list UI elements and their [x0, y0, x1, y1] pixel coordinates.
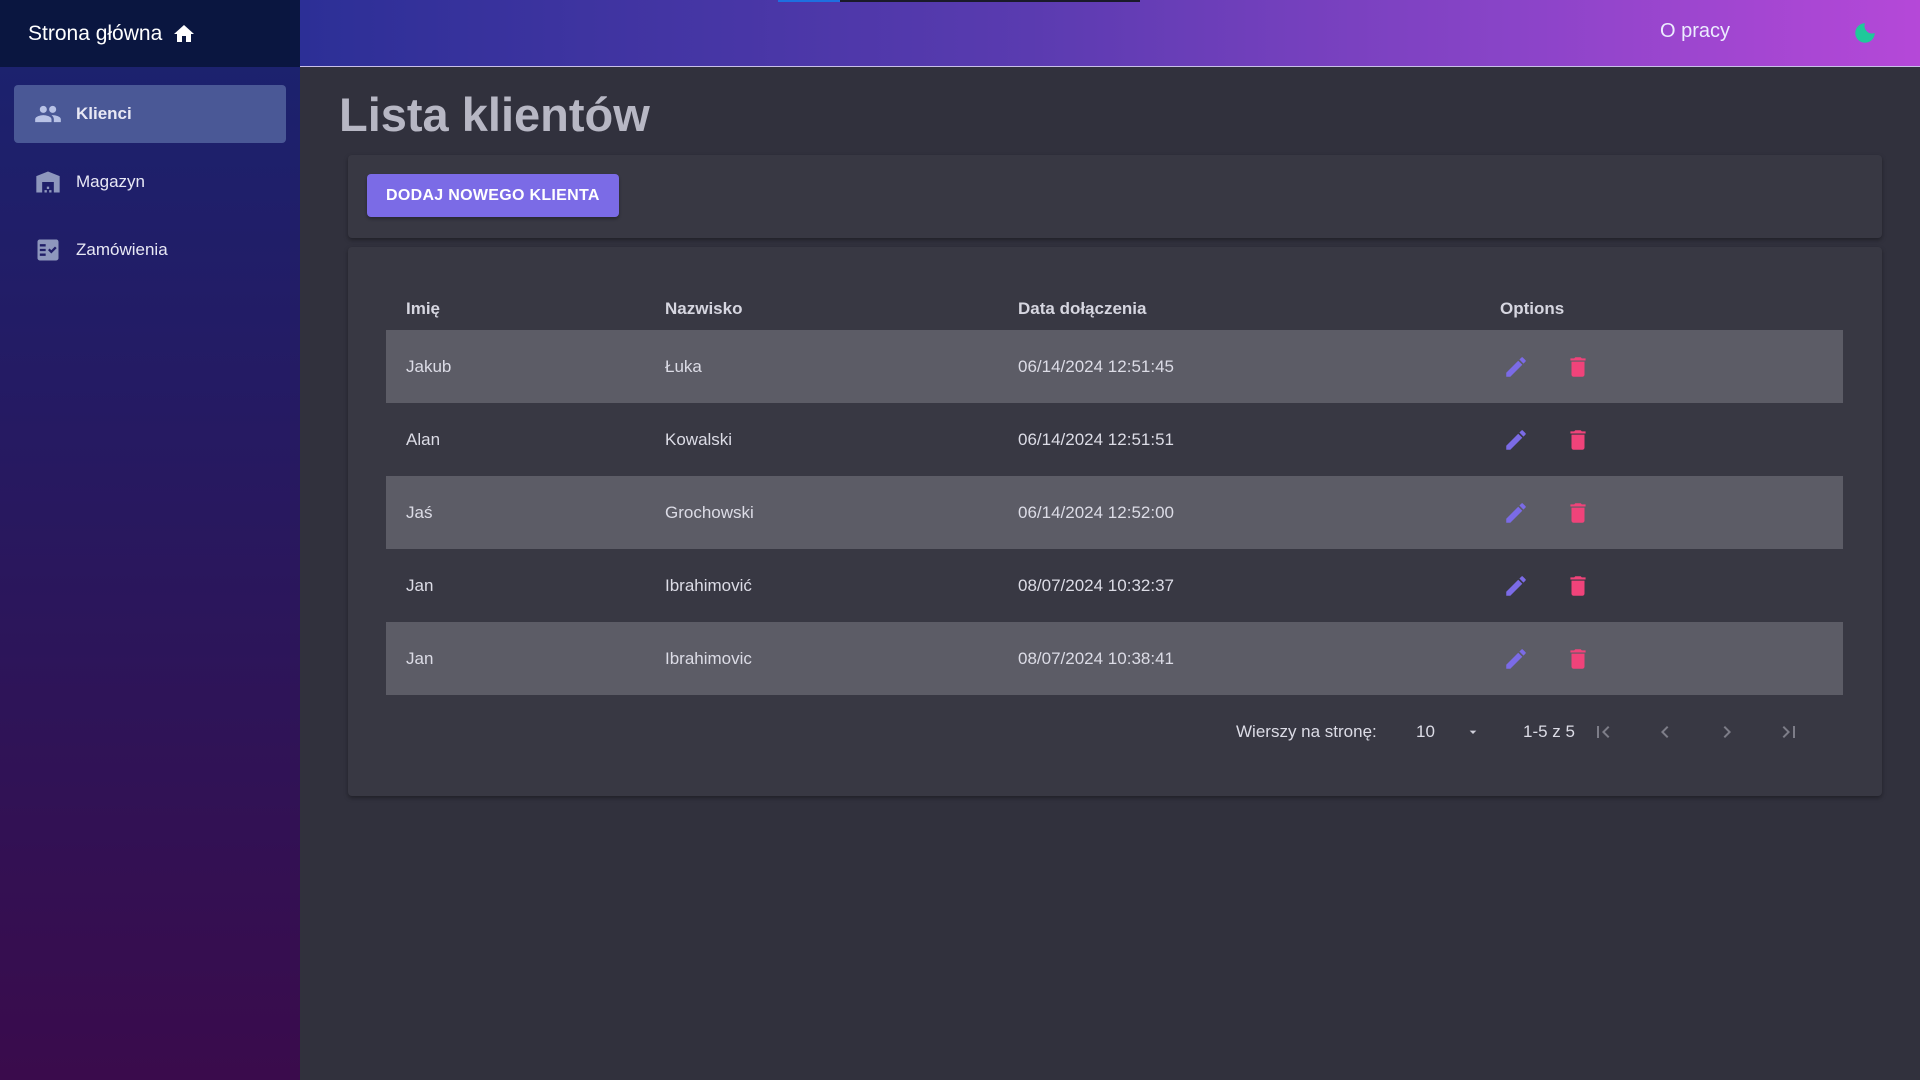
cell-last-name: Grochowski — [665, 502, 754, 522]
sidebar: Strona główna Klienci Magazyn Zamówienia — [0, 0, 300, 1080]
theme-toggle-moon-icon[interactable] — [1852, 20, 1878, 46]
cell-joined-date: 08/07/2024 10:38:41 — [1018, 648, 1174, 668]
edit-pencil-icon[interactable] — [1498, 422, 1534, 458]
column-header-joined-date[interactable]: Data dołączenia — [998, 299, 1480, 319]
home-link[interactable]: Strona główna — [0, 0, 300, 67]
delete-trash-icon[interactable] — [1560, 568, 1596, 604]
row-options — [1480, 349, 1843, 385]
add-client-button[interactable]: DODAJ NOWEGO KLIENTA — [367, 174, 619, 217]
edit-pencil-icon[interactable] — [1498, 495, 1534, 531]
cell-joined-date: 06/14/2024 12:51:51 — [1018, 429, 1174, 449]
cell-last-name: Łuka — [665, 356, 702, 376]
row-options — [1480, 422, 1843, 458]
caret-down-icon — [1465, 724, 1481, 740]
delete-trash-icon[interactable] — [1560, 422, 1596, 458]
previous-page-icon[interactable] — [1650, 717, 1680, 747]
table-header: Imię Nazwisko Data dołączenia Options — [386, 287, 1843, 330]
next-page-icon[interactable] — [1712, 717, 1742, 747]
pagination-range: 1-5 z 5 — [1523, 722, 1575, 741]
table-row[interactable]: Jaś Grochowski 06/14/2024 12:52:00 — [386, 476, 1843, 549]
cell-last-name: Ibrahimovic — [665, 648, 752, 668]
cell-first-name: Jan — [406, 575, 434, 595]
cell-first-name: Jaś — [406, 502, 433, 522]
page-title: Lista klientów — [339, 88, 650, 141]
sidebar-item-label: Klienci — [76, 104, 132, 123]
column-header-options: Options — [1500, 298, 1565, 318]
table-pagination: Wierszy na stronę: 10 1-5 z 5 — [348, 709, 1882, 753]
edit-pencil-icon[interactable] — [1498, 568, 1534, 604]
table-row[interactable]: Jan Ibrahimović 08/07/2024 10:32:37 — [386, 549, 1843, 622]
main-content: Lista klientów DODAJ NOWEGO KLIENTA Imię… — [300, 67, 1920, 1080]
cell-joined-date: 06/14/2024 12:52:00 — [1018, 502, 1174, 522]
sidebar-item-zamowienia[interactable]: Zamówienia — [14, 221, 286, 279]
edit-pencil-icon[interactable] — [1498, 641, 1534, 677]
delete-trash-icon[interactable] — [1560, 641, 1596, 677]
sidebar-item-klienci[interactable]: Klienci — [14, 85, 286, 143]
top-app-bar: O pracy — [300, 0, 1920, 67]
column-header-last-name[interactable]: Nazwisko — [645, 299, 998, 319]
row-options — [1480, 495, 1843, 531]
delete-trash-icon[interactable] — [1560, 349, 1596, 385]
actions-card: DODAJ NOWEGO KLIENTA — [348, 155, 1882, 238]
cell-first-name: Jakub — [406, 356, 452, 376]
people-icon — [34, 100, 62, 128]
loading-progress — [778, 0, 1140, 2]
home-label: Strona główna — [28, 21, 163, 45]
table-row[interactable]: Jan Ibrahimovic 08/07/2024 10:38:41 — [386, 622, 1843, 695]
cell-last-name: Ibrahimović — [665, 575, 752, 595]
warehouse-icon — [34, 168, 62, 196]
table-row[interactable]: Alan Kowalski 06/14/2024 12:51:51 — [386, 403, 1843, 476]
cell-first-name: Jan — [406, 648, 434, 668]
cell-last-name: Kowalski — [665, 429, 733, 449]
sidebar-nav: Klienci Magazyn Zamówienia — [0, 67, 300, 279]
clients-table-card: Imię Nazwisko Data dołączenia Options Ja… — [348, 247, 1882, 796]
first-page-icon[interactable] — [1588, 717, 1618, 747]
last-page-icon[interactable] — [1774, 717, 1804, 747]
rows-per-page-label: Wierszy na stronę: — [1236, 722, 1377, 741]
rows-per-page-select[interactable]: 10 — [1416, 722, 1481, 742]
rows-per-page-value: 10 — [1416, 722, 1435, 741]
row-options — [1480, 568, 1843, 604]
row-options — [1480, 641, 1843, 677]
sidebar-item-label: Magazyn — [76, 172, 145, 191]
sidebar-item-label: Zamówienia — [76, 240, 168, 259]
orders-icon — [34, 236, 62, 264]
cell-joined-date: 08/07/2024 10:32:37 — [1018, 575, 1174, 595]
cell-first-name: Alan — [406, 429, 441, 449]
home-icon — [172, 22, 196, 46]
sidebar-item-magazyn[interactable]: Magazyn — [14, 153, 286, 211]
edit-pencil-icon[interactable] — [1498, 349, 1534, 385]
delete-trash-icon[interactable] — [1560, 495, 1596, 531]
clients-table: Imię Nazwisko Data dołączenia Options Ja… — [386, 287, 1843, 695]
column-header-first-name[interactable]: Imię — [386, 299, 645, 319]
table-row[interactable]: Jakub Łuka 06/14/2024 12:51:45 — [386, 330, 1843, 403]
about-link[interactable]: O pracy — [1660, 20, 1730, 43]
cell-joined-date: 06/14/2024 12:51:45 — [1018, 356, 1174, 376]
loading-progress-fill — [778, 0, 840, 2]
